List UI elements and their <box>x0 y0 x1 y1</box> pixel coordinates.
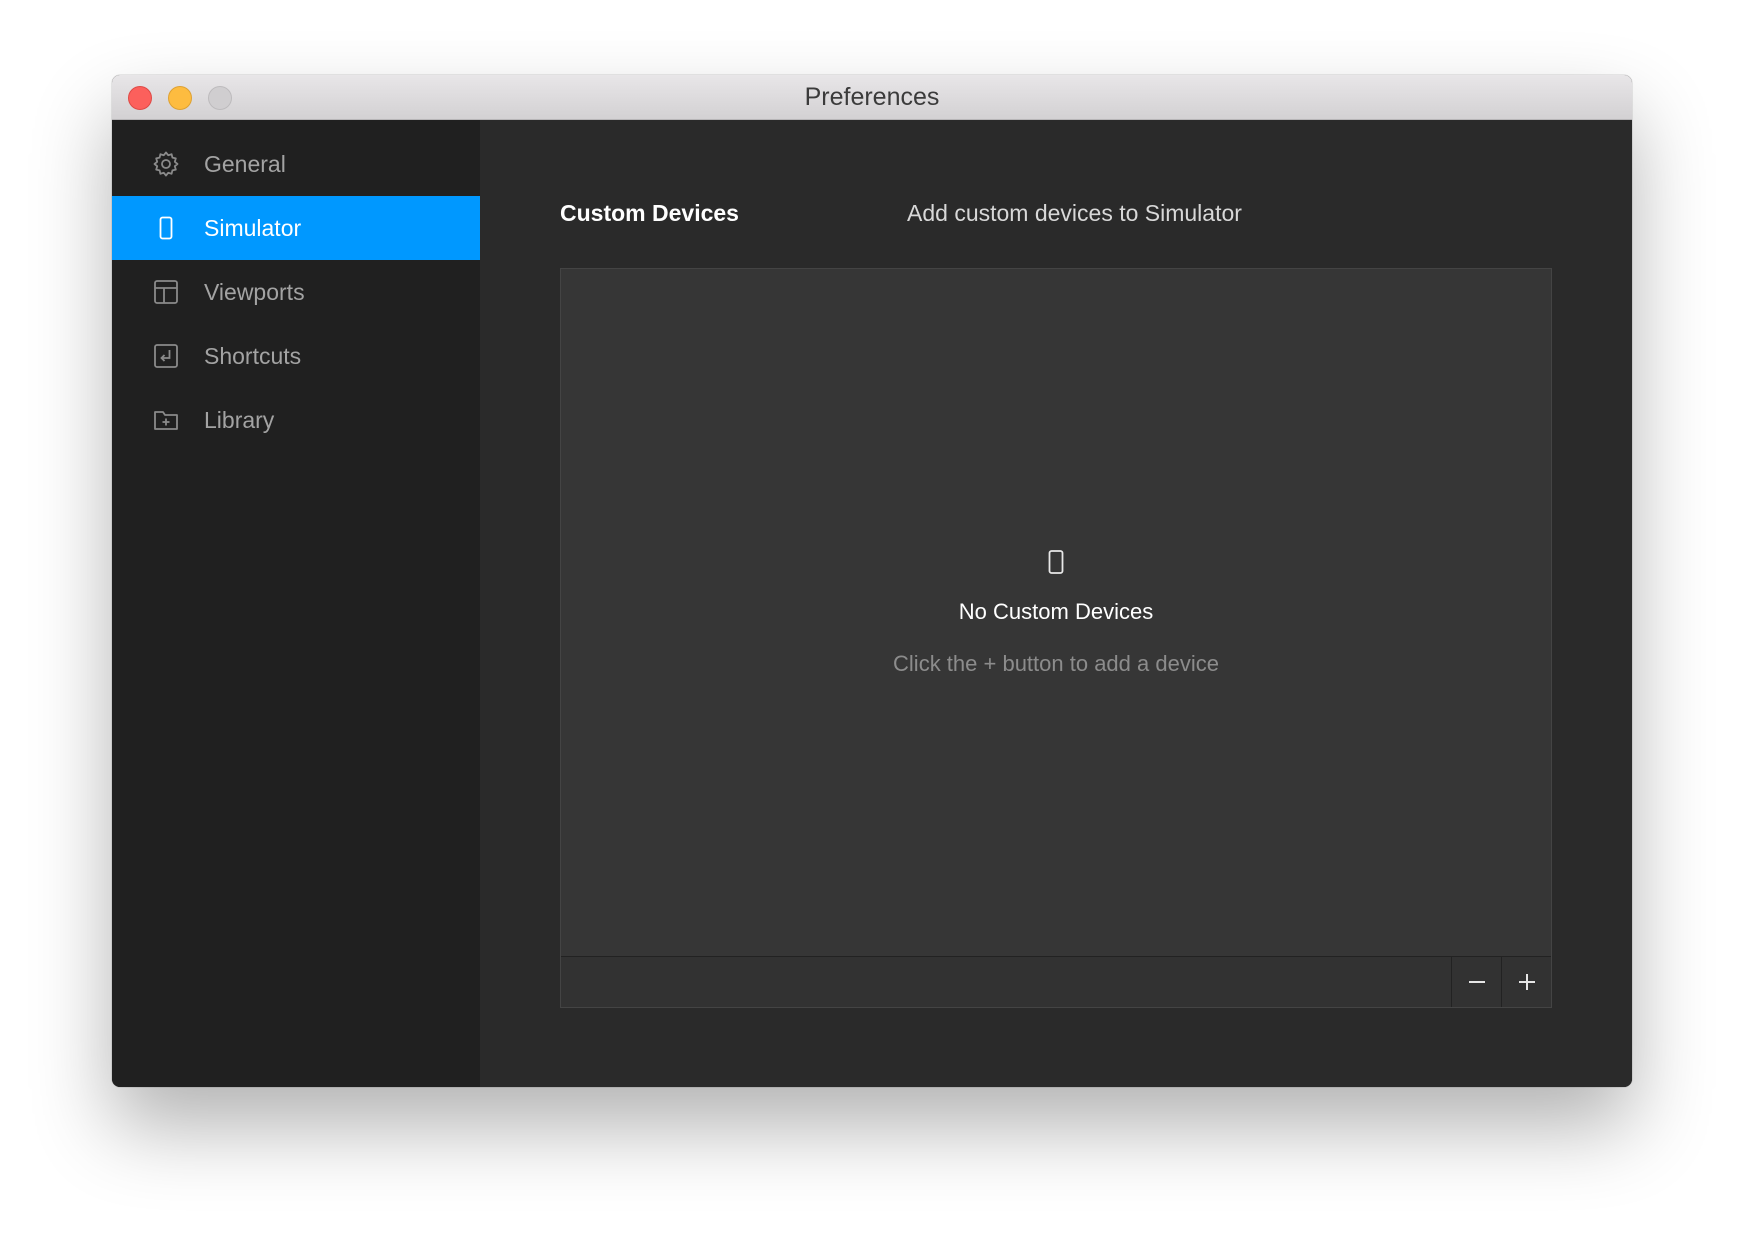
main-content: Custom Devices Add custom devices to Sim… <box>480 120 1632 1087</box>
title-bar[interactable]: Preferences <box>112 75 1632 120</box>
sidebar-item-label: Shortcuts <box>204 343 302 369</box>
list-footer-bar <box>561 956 1551 1007</box>
sidebar: General Simulator Viewports Shortcuts Li… <box>112 120 480 1087</box>
section-description: Add custom devices to Simulator <box>907 200 1242 226</box>
add-device-button[interactable] <box>1501 957 1551 1007</box>
sidebar-item-general[interactable]: General <box>112 132 480 196</box>
sidebar-item-simulator[interactable]: Simulator <box>112 196 480 260</box>
sidebar-item-label: General <box>204 151 286 177</box>
sidebar-item-shortcuts[interactable]: Shortcuts <box>112 324 480 388</box>
remove-device-button[interactable] <box>1451 957 1501 1007</box>
sidebar-item-library[interactable]: Library <box>112 388 480 452</box>
preferences-window: Preferences General Simulator Viewports … <box>112 75 1632 1087</box>
empty-state-hint: Click the + button to add a device <box>893 651 1219 676</box>
sidebar-item-viewports[interactable]: Viewports <box>112 260 480 324</box>
layout-icon <box>152 278 180 306</box>
sidebar-item-label: Simulator <box>204 215 302 241</box>
window-title: Preferences <box>804 83 940 111</box>
gear-icon <box>152 150 180 178</box>
sidebar-item-label: Viewports <box>204 279 305 305</box>
folder-plus-icon <box>152 406 180 434</box>
custom-devices-list[interactable]: No Custom Devices Click the + button to … <box>560 268 1552 1008</box>
phone-icon <box>1046 549 1066 575</box>
phone-icon <box>152 214 180 242</box>
keyboard-return-icon <box>152 342 180 370</box>
empty-state-title: No Custom Devices <box>958 599 1154 624</box>
sidebar-item-label: Library <box>204 407 275 433</box>
section-title: Custom Devices <box>560 200 739 226</box>
